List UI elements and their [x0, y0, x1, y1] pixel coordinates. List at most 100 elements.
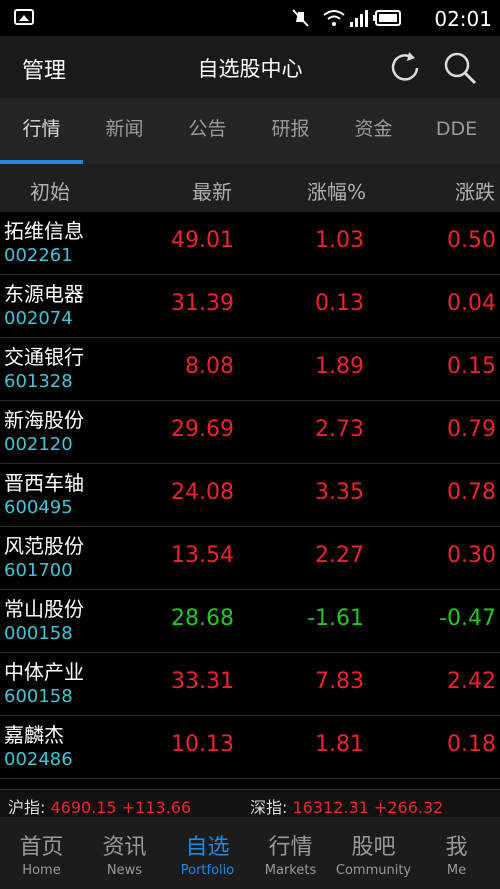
- stock-name: 晋西车轴: [4, 471, 84, 495]
- stock-code: 601700: [4, 560, 73, 581]
- nav-label: 资讯: [102, 835, 147, 860]
- stock-code: 601328: [4, 371, 73, 392]
- nav-sublabel: News: [106, 863, 143, 878]
- stock-name: 中体产业: [4, 660, 84, 684]
- nav-label: 行情: [268, 835, 313, 860]
- stock-name: 新海股份: [4, 408, 84, 432]
- column-price[interactable]: 最新: [192, 176, 232, 205]
- stock-pct: -1.61: [307, 606, 364, 631]
- stock-pct: 1.81: [315, 732, 364, 757]
- stock-code: 600158: [4, 686, 73, 707]
- tab-news[interactable]: 新闻: [83, 98, 166, 164]
- stock-code: 002486: [4, 749, 73, 770]
- stock-price: 31.39: [171, 291, 234, 316]
- nav-me[interactable]: 我 Me: [415, 817, 498, 878]
- nav-label: 首页: [19, 835, 64, 860]
- stock-name: 常山股份: [4, 597, 84, 621]
- stock-change: 0.50: [447, 228, 496, 253]
- nav-markets[interactable]: 行情 Markets: [249, 817, 332, 878]
- column-name[interactable]: 初始: [30, 176, 70, 205]
- column-pct[interactable]: 涨幅%: [307, 176, 366, 205]
- tab-dde[interactable]: DDE: [415, 98, 498, 164]
- index-ticker[interactable]: 沪指: 4690.15 +113.66 深指: 16312.31 +266.32: [0, 789, 500, 818]
- tab-funds[interactable]: 资金: [332, 98, 415, 164]
- battery-icon: [373, 10, 401, 26]
- nav-label: 我: [445, 835, 468, 860]
- shanghai-value: 4690.15 +113.66: [50, 798, 192, 817]
- stock-change: 0.79: [447, 417, 496, 442]
- shenzhen-value: 16312.31 +266.32: [292, 798, 444, 817]
- tab-quotes[interactable]: 行情: [0, 98, 83, 164]
- stock-pct: 7.83: [315, 669, 364, 694]
- nav-portfolio[interactable]: 自选 Portfolio: [166, 817, 249, 878]
- stock-pct: 2.27: [315, 543, 364, 568]
- stock-row[interactable]: 新海股份 002120 29.69 2.73 0.79: [0, 401, 500, 464]
- nav-sublabel: Me: [446, 863, 467, 878]
- stock-list: 拓维信息 002261 49.01 1.03 0.50 东源电器 002074 …: [0, 212, 500, 779]
- shenzhen-index: 深指: 16312.31 +266.32: [250, 794, 443, 818]
- shenzhen-label: 深指:: [250, 798, 288, 817]
- stock-code: 000158: [4, 623, 73, 644]
- image-icon: [14, 9, 34, 25]
- stock-name: 嘉麟杰: [4, 723, 64, 747]
- stock-price: 10.13: [171, 732, 234, 757]
- stock-change: 0.18: [447, 732, 496, 757]
- tab-research[interactable]: 研报: [249, 98, 332, 164]
- stock-row[interactable]: 中体产业 600158 33.31 7.83 2.42: [0, 653, 500, 716]
- stock-name: 东源电器: [4, 282, 84, 306]
- stock-code: 600495: [4, 497, 73, 518]
- nav-sublabel: Markets: [264, 863, 317, 878]
- column-change[interactable]: 涨跌: [455, 176, 495, 205]
- mute-icon: [292, 9, 309, 27]
- stock-row[interactable]: 晋西车轴 600495 24.08 3.35 0.78: [0, 464, 500, 527]
- stock-change: 0.30: [447, 543, 496, 568]
- page-title: 自选股中心: [197, 57, 303, 81]
- nav-sublabel: Community: [335, 863, 412, 878]
- stock-change: 0.04: [447, 291, 496, 316]
- search-icon[interactable]: [440, 48, 480, 88]
- stock-price: 28.68: [171, 606, 234, 631]
- stock-name: 拓维信息: [4, 219, 84, 243]
- stock-price: 13.54: [171, 543, 234, 568]
- nav-sublabel: Portfolio: [180, 863, 235, 878]
- stock-pct: 1.03: [315, 228, 364, 253]
- stock-change: 0.15: [447, 354, 496, 379]
- stock-row[interactable]: 东源电器 002074 31.39 0.13 0.04: [0, 275, 500, 338]
- stock-price: 24.08: [171, 480, 234, 505]
- stock-row[interactable]: 风范股份 601700 13.54 2.27 0.30: [0, 527, 500, 590]
- stock-price: 49.01: [171, 228, 234, 253]
- stock-row[interactable]: 嘉麟杰 002486 10.13 1.81 0.18: [0, 716, 500, 779]
- nav-news[interactable]: 资讯 News: [83, 817, 166, 878]
- stock-price: 29.69: [171, 417, 234, 442]
- status-icons: [292, 9, 401, 27]
- refresh-icon[interactable]: [385, 48, 425, 88]
- nav-label: 股吧: [351, 835, 396, 860]
- stock-price: 33.31: [171, 669, 234, 694]
- stock-code: 002120: [4, 434, 73, 455]
- tab-announcements[interactable]: 公告: [166, 98, 249, 164]
- header: 管理 自选股中心: [0, 36, 500, 98]
- stock-row[interactable]: 拓维信息 002261 49.01 1.03 0.50: [0, 212, 500, 275]
- stock-price: 8.08: [185, 354, 234, 379]
- stock-pct: 3.35: [315, 480, 364, 505]
- nav-home[interactable]: 首页 Home: [0, 817, 83, 878]
- stock-change: -0.47: [439, 606, 496, 631]
- stock-row[interactable]: 常山股份 000158 28.68 -1.61 -0.47: [0, 590, 500, 653]
- stock-pct: 2.73: [315, 417, 364, 442]
- status-time: 02:01: [434, 7, 492, 31]
- stock-pct: 1.89: [315, 354, 364, 379]
- wifi-icon: [323, 10, 345, 26]
- status-bar: 02:01: [0, 0, 500, 36]
- nav-label: 自选: [185, 835, 230, 860]
- stock-change: 2.42: [447, 669, 496, 694]
- shanghai-index: 沪指: 4690.15 +113.66: [8, 794, 191, 818]
- stock-code: 002261: [4, 245, 73, 266]
- nav-community[interactable]: 股吧 Community: [332, 817, 415, 878]
- stock-code: 002074: [4, 308, 73, 329]
- bottom-nav: 首页 Home 资讯 News 自选 Portfolio 行情 Markets …: [0, 817, 500, 889]
- stock-row[interactable]: 交通银行 601328 8.08 1.89 0.15: [0, 338, 500, 401]
- signal-icon: [350, 10, 368, 27]
- shanghai-label: 沪指:: [8, 798, 46, 817]
- stock-change: 0.78: [447, 480, 496, 505]
- stock-name: 风范股份: [4, 534, 84, 558]
